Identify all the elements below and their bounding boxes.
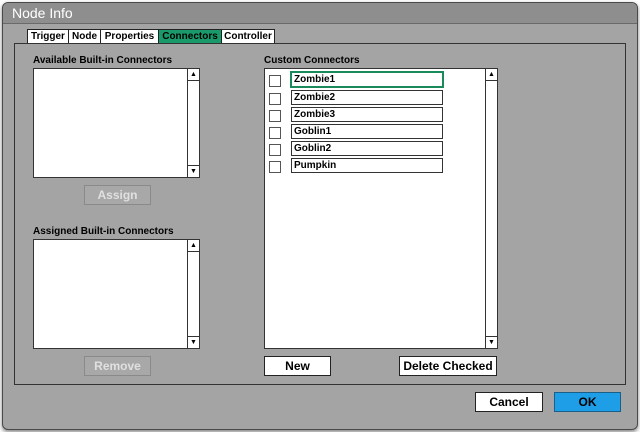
- tab-controller[interactable]: Controller: [221, 29, 275, 44]
- scroll-down-arrow-icon[interactable]: ▼: [486, 336, 497, 348]
- tab-trigger[interactable]: Trigger: [27, 29, 69, 44]
- connector-name-field[interactable]: Zombie2: [291, 90, 443, 105]
- connector-checkbox[interactable]: [269, 110, 281, 122]
- scroll-up-arrow-icon[interactable]: ▲: [486, 69, 497, 81]
- custom-connectors-list[interactable]: Zombie1 Zombie2 Zombie3 Goblin1 Goblin2 …: [264, 68, 498, 349]
- connector-checkbox[interactable]: [269, 93, 281, 105]
- title-bar[interactable]: Node Info: [3, 3, 637, 24]
- scroll-up-arrow-icon[interactable]: ▲: [188, 69, 199, 81]
- connector-checkbox[interactable]: [269, 127, 281, 139]
- connector-name-field[interactable]: Goblin1: [291, 124, 443, 139]
- available-list-scrollbar[interactable]: ▲ ▼: [187, 69, 199, 177]
- connector-checkbox[interactable]: [269, 161, 281, 173]
- assigned-list-scrollbar[interactable]: ▲ ▼: [187, 240, 199, 348]
- available-builtin-label: Available Built-in Connectors: [33, 55, 173, 66]
- scroll-up-arrow-icon[interactable]: ▲: [188, 240, 199, 252]
- available-builtin-list[interactable]: ▲ ▼: [33, 68, 200, 178]
- scroll-down-arrow-icon[interactable]: ▼: [188, 165, 199, 177]
- node-info-window: Node Info Trigger Node Properties Connec…: [2, 2, 638, 430]
- delete-checked-button[interactable]: Delete Checked: [399, 356, 497, 376]
- new-connector-button[interactable]: New: [264, 356, 331, 376]
- scroll-down-arrow-icon[interactable]: ▼: [188, 336, 199, 348]
- window-title: Node Info: [12, 5, 73, 21]
- connector-name-field[interactable]: Goblin2: [291, 141, 443, 156]
- remove-button[interactable]: Remove: [84, 356, 151, 376]
- cancel-button[interactable]: Cancel: [475, 392, 543, 412]
- custom-connectors-label: Custom Connectors: [264, 55, 360, 66]
- tab-node[interactable]: Node: [68, 29, 101, 44]
- tab-properties[interactable]: Properties: [100, 29, 159, 44]
- connectors-panel: Available Built-in Connectors ▲ ▼ Assign…: [14, 43, 626, 385]
- ok-button[interactable]: OK: [554, 392, 621, 412]
- connector-name-field[interactable]: Zombie3: [291, 107, 443, 122]
- connector-checkbox[interactable]: [269, 144, 281, 156]
- assign-button[interactable]: Assign: [84, 185, 151, 205]
- assigned-builtin-list[interactable]: ▲ ▼: [33, 239, 200, 349]
- tab-connectors[interactable]: Connectors: [158, 29, 222, 44]
- connector-name-field[interactable]: Pumpkin: [291, 158, 443, 173]
- connector-checkbox[interactable]: [269, 75, 281, 87]
- assigned-builtin-label: Assigned Built-in Connectors: [33, 226, 174, 237]
- connector-name-field[interactable]: Zombie1: [291, 72, 443, 87]
- custom-list-scrollbar[interactable]: ▲ ▼: [485, 69, 497, 348]
